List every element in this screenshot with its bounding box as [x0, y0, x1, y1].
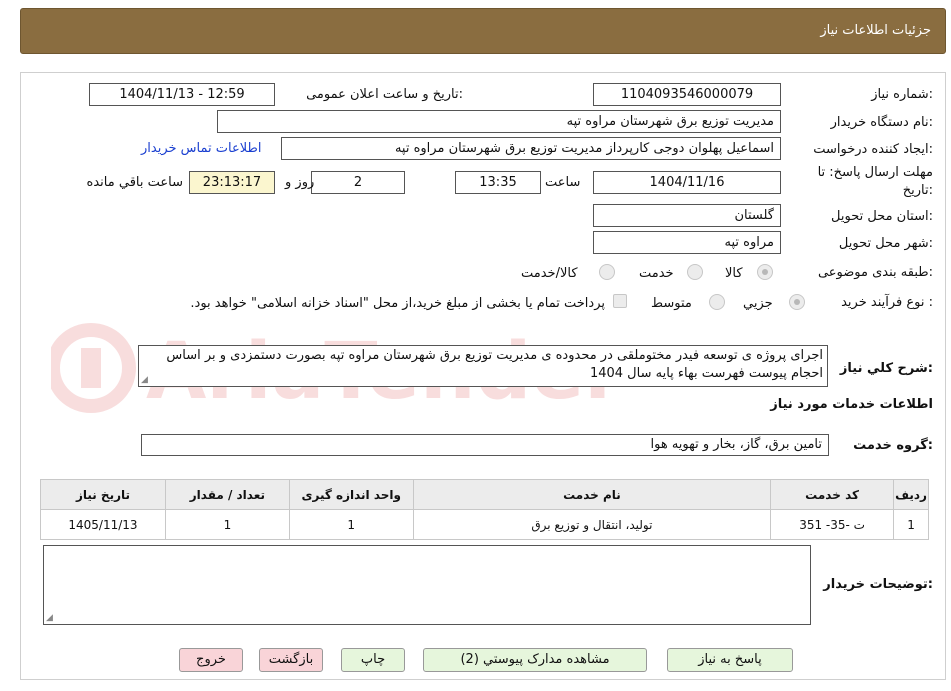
remaining-time-label: ساعت باقي مانده: [86, 175, 183, 190]
category-both-radio[interactable]: [599, 264, 615, 280]
buyer-notes-label: توضیحات خریدار:: [823, 577, 933, 592]
services-table: ردیف کد خدمت نام خدمت واحد اندازه گیری ت…: [40, 479, 929, 540]
page-header: جزئیات اطلاعات نیاز: [20, 8, 946, 54]
cell-row: 1: [893, 509, 929, 540]
category-goods-radio[interactable]: [757, 264, 773, 280]
treasury-text: پرداخت تمام یا بخشی از مبلغ خرید،از محل …: [190, 296, 605, 311]
col-qty-header: تعداد / مقدار: [164, 479, 290, 510]
announce-field: 1404/11/13 - 12:59: [89, 83, 275, 106]
col-unit-header: واحد اندازه گیری: [288, 479, 414, 510]
attachments-button[interactable]: مشاهده مدارک پیوستي (2): [423, 648, 647, 672]
deadline-label-line1: مهلت ارسال پاسخ: تا: [817, 165, 933, 180]
province-label: استان محل تحویل:: [831, 209, 933, 224]
category-service-radio[interactable]: [687, 264, 703, 280]
cell-code: ت -35- 351: [770, 509, 895, 540]
col-row-header: ردیف: [893, 479, 929, 510]
treasury-checkbox[interactable]: [613, 294, 627, 308]
services-section-title: اطلاعات خدمات مورد نیاز: [770, 397, 933, 412]
deadline-date-field: 1404/11/16: [593, 171, 781, 194]
buyer-notes-textarea[interactable]: ◢: [43, 545, 811, 625]
process-label: نوع فرآیند خرید :: [841, 295, 933, 310]
process-medium-radio[interactable]: [709, 294, 725, 310]
description-textarea[interactable]: اجرای پروژه ی توسعه فیدر مختوملقی در محد…: [138, 345, 828, 387]
need-number-label: شماره نیاز:: [871, 87, 933, 102]
buyer-label: نام دستگاه خریدار:: [830, 115, 933, 130]
creator-label: ایجاد کننده درخواست:: [813, 142, 933, 157]
back-button[interactable]: بازگشت: [259, 648, 323, 672]
process-minor-radio[interactable]: [789, 294, 805, 310]
description-text: اجرای پروژه ی توسعه فیدر مختوملقی در محد…: [166, 348, 823, 381]
process-medium-label: متوسط: [651, 296, 692, 311]
category-both-label: کالا/خدمت: [521, 266, 578, 281]
page-title: جزئیات اطلاعات نیاز: [820, 23, 931, 38]
remaining-time-field: 23:13:17: [189, 171, 275, 194]
resize-grip-icon[interactable]: ◢: [46, 614, 53, 623]
resize-grip-icon[interactable]: ◢: [141, 376, 148, 385]
col-code-header: کد خدمت: [770, 479, 895, 510]
deadline-time-label: ساعت: [545, 175, 581, 190]
cell-date: 1405/11/13: [40, 509, 166, 540]
city-label: شهر محل تحویل:: [838, 236, 933, 251]
details-panel: AriaTender.neT شماره نیاز: 1104093546000…: [20, 72, 946, 680]
days-label: روز و: [285, 175, 315, 190]
creator-field: اسماعیل پهلوان دوجی کارپرداز مدیریت توزی…: [281, 137, 781, 160]
col-name-header: نام خدمت: [412, 479, 772, 510]
deadline-time-field: 13:35: [455, 171, 541, 194]
print-button[interactable]: چاپ: [341, 648, 405, 672]
table-header-row: ردیف کد خدمت نام خدمت واحد اندازه گیری ت…: [40, 479, 929, 510]
cell-unit: 1: [288, 509, 414, 540]
col-date-header: تاریخ نیاز: [40, 479, 166, 510]
buyer-contact-link[interactable]: اطلاعات تماس خریدار: [141, 141, 261, 156]
cell-qty: 1: [164, 509, 290, 540]
announce-label: تاریخ و ساعت اعلان عمومی:: [306, 87, 463, 102]
province-field: گلستان: [593, 204, 781, 227]
need-number-field: 1104093546000079: [593, 83, 781, 106]
service-group-field: تامین برق، گاز، بخار و تهویه هوا: [141, 434, 829, 456]
category-service-label: خدمت: [639, 266, 674, 281]
reply-button[interactable]: پاسخ به نیاز: [667, 648, 793, 672]
category-goods-label: کالا: [725, 266, 743, 281]
cell-name: تولید، انتقال و توزیع برق: [412, 509, 772, 540]
deadline-label-line2: تاریخ:: [902, 183, 933, 198]
category-label: طبقه بندی موضوعی:: [817, 265, 933, 280]
city-field: مراوه تپه: [593, 231, 781, 254]
days-field: 2: [311, 171, 405, 194]
exit-button[interactable]: خروج: [179, 648, 243, 672]
service-group-label: گروه خدمت:: [853, 438, 933, 453]
description-label: شرح كلي نياز:: [839, 361, 933, 376]
process-minor-label: جزيي: [743, 296, 773, 311]
table-row: 1 ت -35- 351 تولید، انتقال و توزیع برق 1…: [40, 509, 929, 540]
buyer-field: مدیریت توزیع برق شهرستان مراوه تپه: [217, 110, 781, 133]
